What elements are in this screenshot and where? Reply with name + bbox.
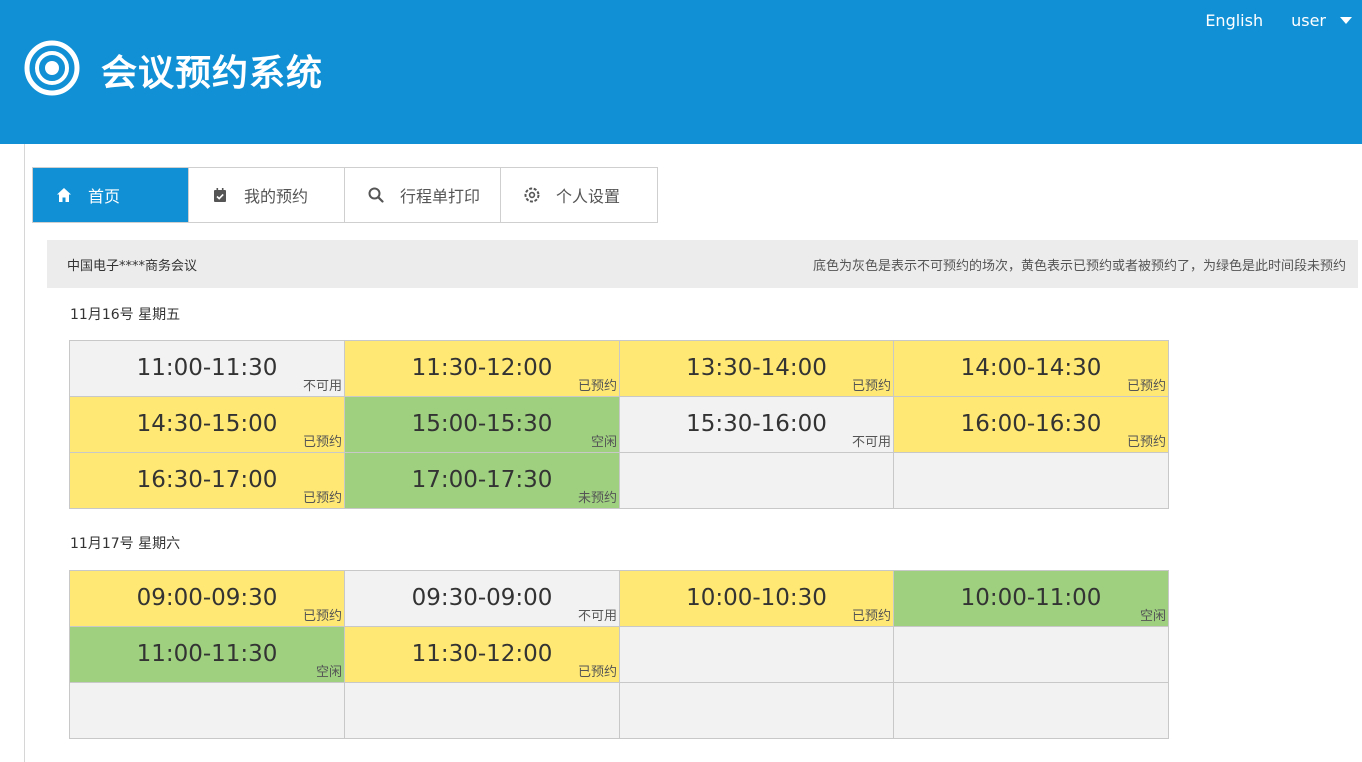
meeting-name: 中国电子****商务会议 [67,258,198,274]
slot-status: 已预约 [577,379,617,394]
slot-status: 不可用 [302,379,342,394]
day-label: 11月17号 星期六 [70,536,181,552]
slot-status: 空闲 [1139,609,1166,624]
empty-slot-cell [70,683,345,739]
slot-status: 未预约 [577,491,617,506]
slot-status: 空闲 [315,665,342,680]
search-icon [367,186,385,204]
tab-personal-settings[interactable]: 个人设置 [501,168,657,222]
time-slot-cell: 15:30-16:00 不可用 [620,397,894,453]
slot-grid-day-2: 09:00-09:30 已预约 09:30-09:00 不可用 10:00-10:30 已… [69,570,1169,739]
main-tabs: 首页 我的预约 行程单打印 个人设置 [32,167,658,223]
empty-slot-cell [620,627,894,683]
gear-icon [523,186,541,204]
slot-status: 已预约 [302,609,342,624]
time-slot-cell[interactable]: 10:00-10:30 已预约 [620,571,894,627]
slot-status: 已预约 [302,435,342,450]
slot-status: 已预约 [577,665,617,680]
tab-home[interactable]: 首页 [33,168,189,222]
tab-my-bookings[interactable]: 我的预约 [189,168,345,222]
tab-itinerary-print[interactable]: 行程单打印 [345,168,501,222]
day-label: 11月16号 星期五 [70,307,181,323]
time-slot-cell[interactable]: 11:00-11:30 空闲 [70,627,345,683]
slot-status: 已预约 [1126,435,1166,450]
time-slot-cell: 09:30-09:00 不可用 [345,571,620,627]
user-menu[interactable]: user [1291,11,1352,30]
slot-status: 不可用 [851,435,891,450]
time-slot-cell[interactable]: 14:00-14:30 已预约 [894,341,1169,397]
slot-status: 已预约 [851,379,891,394]
empty-slot-cell [345,683,620,739]
slot-status: 已预约 [851,609,891,624]
meeting-info-bar: 中国电子****商务会议 底色为灰色是表示不可预约的场次，黄色表示已预约或者被预… [47,240,1358,288]
slot-time: 11:00-11:30 [136,641,278,667]
time-slot-cell[interactable]: 11:30-12:00 已预约 [345,341,620,397]
slot-time: 10:00-11:00 [960,585,1102,611]
time-slot-cell[interactable]: 09:00-09:30 已预约 [70,571,345,627]
time-slot-cell[interactable]: 15:00-15:30 空闲 [345,397,620,453]
empty-slot-cell [894,683,1169,739]
empty-slot-cell [620,453,894,509]
slot-status: 已预约 [1126,379,1166,394]
slot-grid-day-1: 11:00-11:30 不可用 11:30-12:00 已预约 13:30-14:00 已… [69,340,1169,509]
tab-personal-settings-label: 个人设置 [556,187,621,206]
tab-home-label: 首页 [88,187,121,206]
home-icon [55,186,73,204]
time-slot-cell: 11:00-11:30 不可用 [70,341,345,397]
slot-status: 不可用 [577,609,617,624]
app-title: 会议预约系统 [101,53,324,94]
legend-hint: 底色为灰色是表示不可预约的场次，黄色表示已预约或者被预约了，为绿色是此时间段未预… [812,258,1346,274]
empty-slot-cell [894,627,1169,683]
slot-status: 空闲 [590,435,617,450]
caret-down-icon [1340,16,1352,24]
time-slot-cell[interactable]: 17:00-17:30 未预约 [345,453,620,509]
tab-itinerary-print-label: 行程单打印 [400,187,481,206]
calendar-check-icon [211,186,229,204]
tab-my-bookings-label: 我的预约 [244,187,309,206]
time-slot-cell[interactable]: 13:30-14:00 已预约 [620,341,894,397]
app-header: 会议预约系统 English user [0,0,1362,144]
time-slot-cell[interactable]: 16:30-17:00 已预约 [70,453,345,509]
empty-slot-cell [620,683,894,739]
time-slot-cell[interactable]: 16:00-16:30 已预约 [894,397,1169,453]
left-divider [24,144,25,762]
time-slot-cell[interactable]: 14:30-15:00 已预约 [70,397,345,453]
empty-slot-cell [894,453,1169,509]
slot-status: 已预约 [302,491,342,506]
language-link[interactable]: English [1205,11,1263,30]
top-links: English user [1205,8,1352,32]
time-slot-cell[interactable]: 11:30-12:00 已预约 [345,627,620,683]
logo-icon [24,40,80,96]
slot-time: 15:00-15:30 [411,411,553,437]
user-label: user [1291,10,1326,30]
time-slot-cell[interactable]: 10:00-11:00 空闲 [894,571,1169,627]
